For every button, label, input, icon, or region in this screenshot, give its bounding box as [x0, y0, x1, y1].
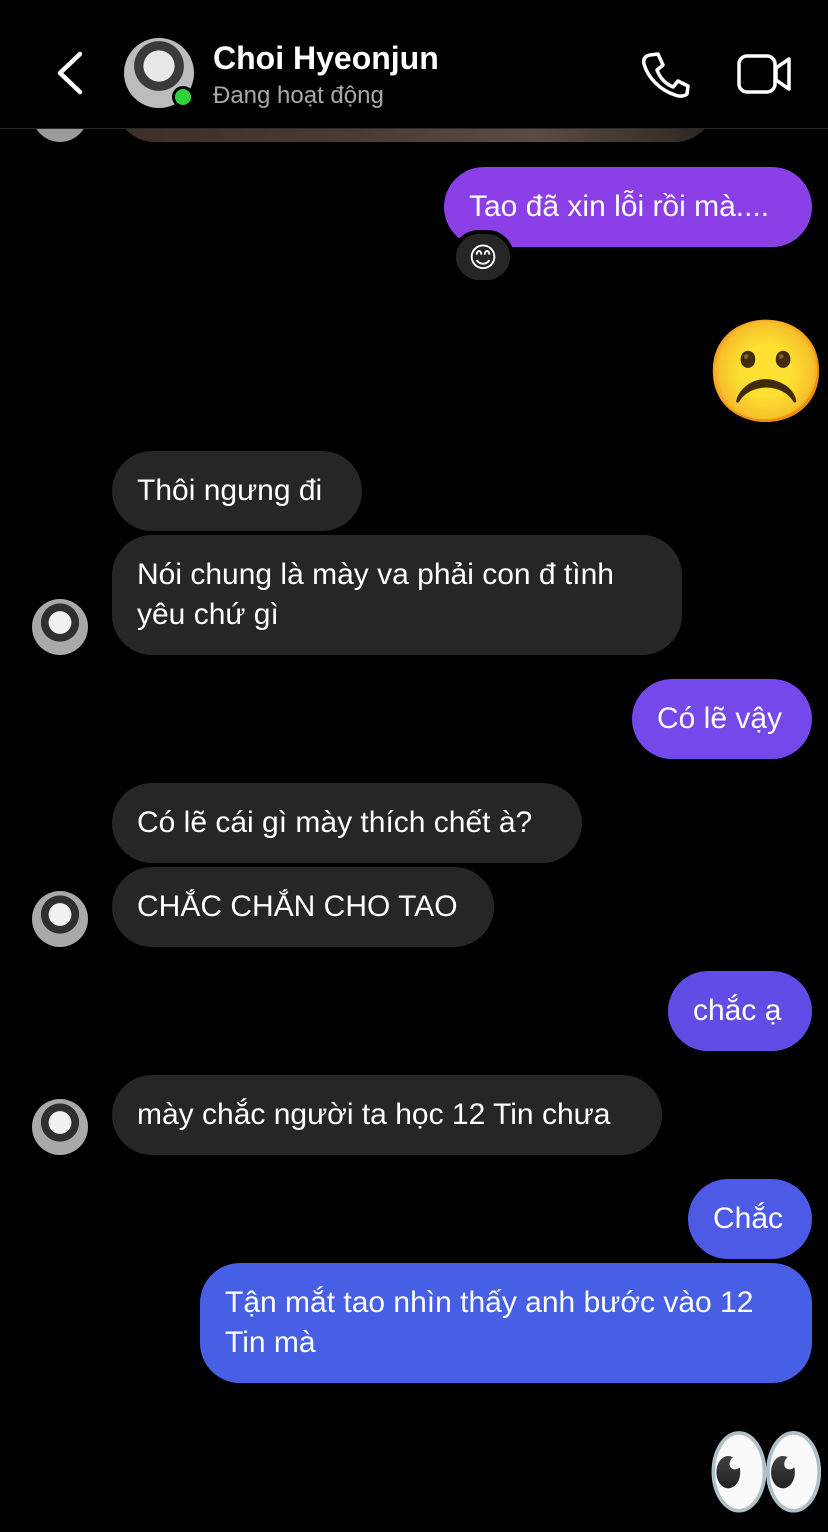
- frown-emoji-message[interactable]: ☹️: [704, 322, 828, 422]
- contact-name[interactable]: Choi Hyeonjun: [213, 40, 439, 77]
- sender-avatar[interactable]: [32, 1099, 88, 1155]
- chat-header: Choi Hyeonjun Đang hoạt động: [0, 0, 828, 129]
- message-text: Nói chung là mày va phải con đ tình: [137, 558, 614, 591]
- sender-avatar[interactable]: [32, 891, 88, 947]
- message-text: Tin mà: [225, 1326, 316, 1359]
- outgoing-message[interactable]: Chắc: [688, 1179, 812, 1259]
- message-text: Tao đã xin lỗi rồi mà....: [469, 190, 770, 223]
- message-text: Thôi ngưng đi: [137, 474, 323, 507]
- message-text: yêu chứ gì: [137, 598, 279, 631]
- message-text: Chắc: [713, 1202, 784, 1235]
- message-text: Có lẽ cái gì mày thích chết à?: [137, 806, 533, 839]
- outgoing-message[interactable]: Có lẽ vậy: [632, 679, 812, 759]
- sender-avatar[interactable]: [32, 599, 88, 655]
- incoming-message[interactable]: mày chắc người ta học 12 Tin chưa: [112, 1075, 662, 1155]
- outgoing-message[interactable]: Tận mắt tao nhìn thấy anh bước vào 12 Ti…: [200, 1263, 812, 1383]
- eyes-emoji-message[interactable]: 👀: [704, 1422, 828, 1522]
- incoming-message[interactable]: CHẮC CHẮN CHO TAO: [112, 867, 494, 947]
- message-text: Tận mắt tao nhìn thấy anh bước vào 12: [225, 1286, 754, 1319]
- back-chevron-icon[interactable]: [52, 50, 92, 96]
- incoming-message[interactable]: Thôi ngưng đi: [112, 451, 362, 531]
- reaction-badge[interactable]: 😊: [452, 230, 514, 284]
- smile-emoji-icon: 😊: [468, 241, 498, 273]
- incoming-message[interactable]: Nói chung là mày va phải con đ tình yêu …: [112, 535, 682, 655]
- contact-status: Đang hoạt động: [213, 82, 384, 109]
- message-text: CHẮC CHẮN CHO TAO: [137, 890, 458, 923]
- message-text: mày chắc người ta học 12 Tin chưa: [137, 1098, 611, 1131]
- phone-icon[interactable]: [640, 50, 690, 98]
- outgoing-message[interactable]: chắc ạ: [668, 971, 812, 1051]
- incoming-message[interactable]: Có lẽ cái gì mày thích chết à?: [112, 783, 582, 863]
- message-text: Có lẽ vậy: [657, 702, 783, 735]
- message-text: chắc ạ: [693, 994, 782, 1027]
- online-indicator: [172, 86, 194, 108]
- video-camera-icon[interactable]: [736, 50, 792, 98]
